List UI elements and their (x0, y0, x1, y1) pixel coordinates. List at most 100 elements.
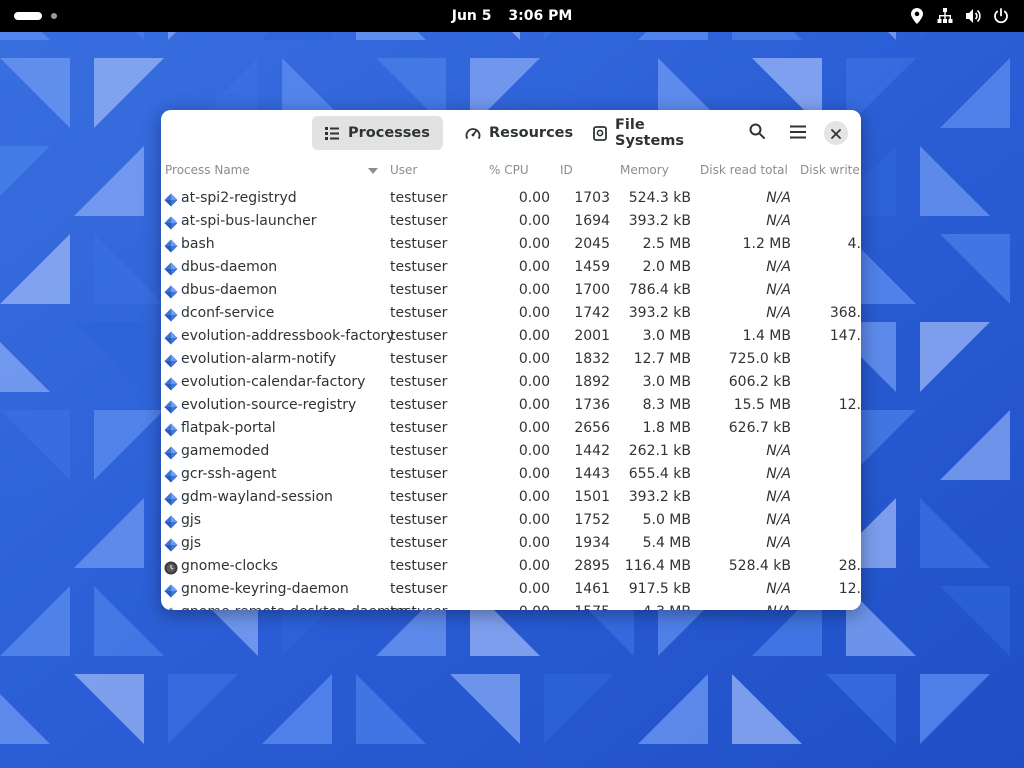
column-header-user[interactable]: User (390, 156, 417, 184)
system-tray[interactable] (908, 7, 1010, 25)
tab-resources[interactable]: Resources (453, 116, 573, 150)
table-row[interactable]: gamemoded testuser 0.00 1442 262.1 kB N/A (161, 440, 861, 463)
column-header-process-name[interactable]: Process Name (165, 156, 250, 184)
table-row[interactable]: dbus-daemon testuser 0.00 1459 2.0 MB N/A (161, 256, 861, 279)
process-disk-write (801, 509, 861, 532)
process-cpu: 0.00 (518, 374, 550, 390)
process-user: testuser (390, 305, 448, 321)
tab-file-systems-label: File Systems (615, 117, 685, 149)
clock[interactable]: Jun 5 3:06 PM (0, 0, 1024, 32)
process-icon (164, 422, 178, 437)
process-id: 1736 (574, 397, 610, 413)
process-memory: 393.2 kB (628, 489, 691, 505)
process-icon (164, 192, 178, 207)
process-icon (164, 606, 178, 610)
process-cpu: 0.00 (519, 601, 550, 610)
process-disk-write (801, 486, 861, 509)
process-memory: 524.3 kB (628, 190, 691, 206)
table-row[interactable]: dconf-service testuser 0.00 1742 393.2 kB N/A… (161, 302, 861, 325)
tab-processes[interactable]: Processes (312, 116, 443, 150)
table-row[interactable]: evolution-calendar-factory testuser 0.00 18… (161, 371, 861, 394)
process-user: testuser (390, 397, 448, 413)
process-name: evolution-calendar-factory (181, 374, 366, 390)
process-disk-write: 4. (847, 236, 861, 252)
table-row[interactable]: bash testuser 0.00 2045 2.5 MB 1.2 MB 4. (161, 233, 861, 256)
table-row[interactable]: gcr-ssh-agent testuser 0.00 1443 655.4 kB N/A (161, 463, 861, 486)
process-id: 1934 (574, 535, 610, 551)
close-icon (831, 124, 841, 143)
sort-descending-icon (368, 168, 378, 174)
process-name: evolution-addressbook-factory (181, 328, 395, 344)
process-cpu: 0.00 (518, 351, 550, 367)
process-cpu: 0.00 (518, 236, 550, 252)
process-memory: 262.1 kB (628, 443, 691, 459)
table-row[interactable]: gnome-keyring-daemon testuser 0.00 1461 917.… (161, 578, 861, 601)
process-name: at-spi-bus-launcher (181, 213, 317, 229)
process-disk-write (801, 187, 861, 210)
location-icon (908, 7, 926, 25)
table-row[interactable]: at-spi2-registryd testuser 0.00 1703 524.3 k… (161, 187, 861, 210)
table-row[interactable]: gnome-remote-desktop-daemontestuser 0.00 1… (161, 601, 861, 610)
process-disk-read: N/A (766, 601, 791, 610)
process-disk-read: N/A (766, 466, 791, 482)
table-row[interactable]: evolution-addressbook-factory testuser 0.0… (161, 325, 861, 348)
process-disk-read: 528.4 kB (728, 558, 791, 574)
process-disk-write (801, 601, 861, 610)
process-disk-read: N/A (766, 512, 791, 528)
process-memory: 2.0 MB (642, 259, 691, 275)
process-user: testuser (390, 374, 448, 390)
table-row[interactable]: gnome-clocks testuser 0.00 2895 116.4 MB 528.… (161, 555, 861, 578)
process-cpu: 0.00 (518, 305, 550, 321)
volume-icon (964, 7, 982, 25)
process-memory: 393.2 kB (628, 213, 691, 229)
process-user: testuser (390, 213, 448, 229)
process-disk-read: N/A (766, 305, 791, 321)
close-button[interactable] (824, 121, 848, 145)
process-cpu: 0.00 (518, 328, 550, 344)
table-row[interactable]: gdm-wayland-session testuser 0.00 1501 393.2… (161, 486, 861, 509)
disk-icon (593, 125, 607, 141)
table-row[interactable]: evolution-source-registry testuser 0.00 173… (161, 394, 861, 417)
process-disk-write (801, 532, 861, 555)
process-icon (164, 583, 178, 598)
table-row[interactable]: gjs testuser 0.00 1752 5.0 MB N/A (161, 509, 861, 532)
process-id: 2895 (574, 558, 610, 574)
process-disk-read: 626.7 kB (728, 420, 791, 436)
main-menu-button[interactable] (783, 118, 813, 148)
column-header-cpu[interactable]: % CPU (489, 156, 529, 184)
process-cpu: 0.00 (518, 535, 550, 551)
column-header-id[interactable]: ID (560, 156, 573, 184)
process-name: gjs (181, 512, 202, 528)
process-user: testuser (390, 420, 448, 436)
clock-time: 3:06 PM (508, 8, 573, 24)
process-icon (164, 330, 178, 345)
process-disk-read: N/A (766, 259, 791, 275)
process-name: dbus-daemon (181, 282, 278, 298)
clock-date: Jun 5 (451, 8, 492, 24)
table-row[interactable]: at-spi-bus-launcher testuser 0.00 1694 393.2… (161, 210, 861, 233)
column-header-disk-read-total[interactable]: Disk read total (700, 156, 788, 184)
process-memory: 116.4 MB (624, 558, 691, 574)
tab-file-systems[interactable]: File Systems (581, 116, 711, 150)
process-cpu: 0.00 (518, 213, 550, 229)
column-header-memory[interactable]: Memory (620, 156, 669, 184)
list-icon (324, 125, 340, 141)
table-row[interactable]: gjs testuser 0.00 1934 5.4 MB N/A (161, 532, 861, 555)
table-row[interactable]: dbus-daemon testuser 0.00 1700 786.4 kB N/A (161, 279, 861, 302)
process-name: gnome-clocks (181, 558, 278, 574)
process-cpu: 0.00 (518, 581, 550, 597)
process-icon (164, 399, 178, 414)
network-wired-icon (936, 7, 954, 25)
process-disk-read: N/A (766, 282, 791, 298)
process-disk-read: 15.5 MB (733, 397, 791, 413)
process-user: testuser (390, 466, 448, 482)
table-row[interactable]: evolution-alarm-notify testuser 0.00 1832 12… (161, 348, 861, 371)
column-header-disk-write-total[interactable]: Disk write t (800, 156, 861, 184)
process-name: gnome-keyring-daemon (181, 581, 349, 597)
process-id: 1892 (574, 374, 610, 390)
process-id: 2656 (574, 420, 610, 436)
process-list[interactable]: at-spi2-registryd testuser 0.00 1703 524.3 k… (161, 187, 861, 610)
table-row[interactable]: flatpak-portal testuser 0.00 2656 1.8 MB 626.… (161, 417, 861, 440)
tab-processes-label: Processes (348, 125, 430, 141)
search-button[interactable] (742, 118, 772, 148)
